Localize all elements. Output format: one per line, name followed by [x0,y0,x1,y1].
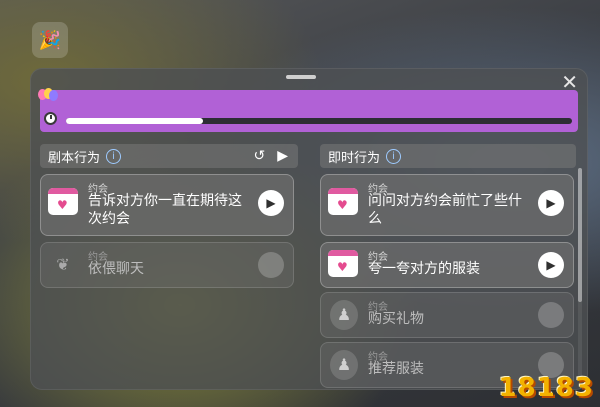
person-icon: ♟ [330,350,358,380]
card-title: 购买礼物 [368,311,424,327]
drag-handle[interactable] [286,75,316,79]
behavior-card[interactable]: ♥ 约会 告诉对方你一直在期待这次约会 ▶ [40,174,294,236]
instant-behavior-title: 即时行为 [328,150,381,166]
play-icon: ▶ [538,302,564,328]
behavior-panel: ✕ 剧本行为 i ↺ ▶ ♥ 约会 告诉对方你一直在期待这次约会 ▶ ❦ 约会 … [30,68,588,390]
close-icon[interactable]: ✕ [561,72,578,92]
script-behavior-column: 剧本行为 i ↺ ▶ ♥ 约会 告诉对方你一直在期待这次约会 ▶ ❦ 约会 依偎… [40,144,298,288]
info-icon[interactable]: i [106,148,122,164]
play-icon[interactable]: ▶ [258,190,284,216]
card-title: 夸一夸对方的服装 [368,261,480,277]
instant-behavior-header: 即时行为 i [320,144,576,168]
behavior-card-disabled: ❦ 约会 依偎聊天 ▶ [40,242,294,288]
card-title: 依偎聊天 [88,261,144,277]
card-title: 问问对方约会前忙了些什么 [368,193,522,227]
info-icon[interactable]: i [386,148,402,164]
behavior-card-disabled: ♟ 约会 购买礼物 ▶ [320,292,574,338]
calendar-heart-icon: ♥ [328,250,358,277]
person-icon: ♟ [330,300,358,330]
card-title: 告诉对方你一直在期待这次约会 [88,193,242,227]
leaf-icon: ❦ [56,255,70,274]
date-progress-banner [38,88,578,132]
balloons-icon [38,88,58,102]
instant-behavior-column: 即时行为 i ♥ 约会 问问对方约会前忙了些什么 ▶ ♥ 约会 夸一夸对方的服装… [320,144,576,388]
calendar-heart-icon: ♥ [48,188,78,215]
script-behavior-title: 剧本行为 [48,150,101,166]
play-icon: ▶ [258,252,284,278]
script-behavior-header: 剧本行为 i ↺ ▶ [40,144,298,168]
history-icon[interactable]: ↺ [253,148,265,164]
time-progress-bar [66,118,572,124]
behavior-card[interactable]: ♥ 约会 问问对方约会前忙了些什么 ▶ [320,174,574,236]
time-progress-fill [66,118,203,124]
party-popper-icon[interactable]: 🎉 [32,22,68,58]
scrollbar-thumb[interactable] [578,168,582,302]
behavior-card[interactable]: ♥ 约会 夸一夸对方的服装 ▶ [320,242,574,288]
calendar-heart-icon: ♥ [328,188,358,215]
play-all-icon[interactable]: ▶ [277,148,288,164]
scrollbar[interactable] [578,168,582,380]
play-icon[interactable]: ▶ [538,252,564,278]
clock-icon [44,112,57,125]
play-icon[interactable]: ▶ [538,190,564,216]
site-watermark-logo: 18183 [498,373,594,403]
